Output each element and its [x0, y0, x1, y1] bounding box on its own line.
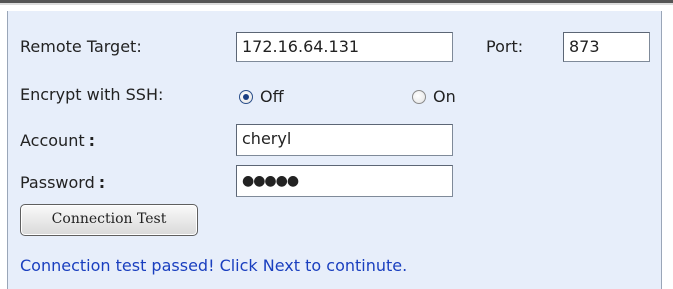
encrypt-off-radio[interactable]	[239, 89, 253, 104]
remote-target-label: Remote Target:	[20, 37, 142, 56]
encrypt-ssh-label: Encrypt with SSH:	[20, 85, 164, 104]
encrypt-on-label: On	[433, 87, 456, 106]
account-label-group: Account:	[20, 131, 95, 150]
encrypt-on-option[interactable]: On	[412, 87, 456, 106]
password-label: Password	[20, 173, 95, 192]
port-input[interactable]: 873	[563, 32, 650, 62]
account-colon: :	[88, 131, 96, 150]
encrypt-off-label: Off	[260, 87, 284, 106]
encrypt-on-radio[interactable]	[412, 89, 426, 104]
encrypt-off-option[interactable]: Off	[239, 87, 284, 106]
password-colon: :	[98, 173, 106, 192]
connection-test-button[interactable]: Connection Test	[20, 204, 198, 236]
remote-target-input[interactable]: 172.16.64.131	[236, 32, 453, 62]
password-input[interactable]: ●●●●●	[236, 165, 453, 197]
account-label: Account	[20, 131, 85, 150]
top-divider-shadow	[0, 3, 673, 5]
connection-status-message: Connection test passed! Click Next to co…	[20, 256, 408, 275]
rsync-target-form-frame: Remote Target: 172.16.64.131 Port: 873 E…	[0, 0, 673, 289]
password-label-group: Password:	[20, 173, 105, 192]
account-input[interactable]: cheryl	[236, 124, 453, 156]
port-label: Port:	[486, 37, 524, 56]
